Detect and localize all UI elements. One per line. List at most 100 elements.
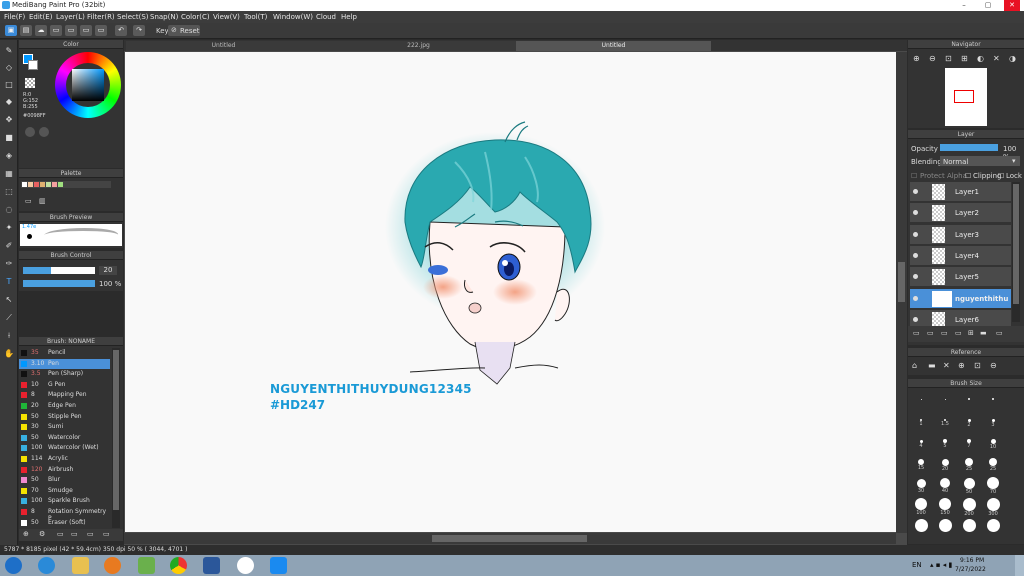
brush-size-option[interactable]: 30 xyxy=(911,476,931,494)
navigator-viewport[interactable] xyxy=(954,90,974,103)
background-swatch[interactable] xyxy=(28,60,38,70)
actual-size-icon[interactable]: ⊞ xyxy=(961,54,968,63)
brush-size-option[interactable]: 3 xyxy=(983,413,1003,428)
move-tool-icon[interactable]: ✥ xyxy=(3,114,15,126)
brush-size-option[interactable] xyxy=(911,518,931,532)
eyedropper-icon[interactable]: ⟊ xyxy=(3,330,15,342)
brush-size-option[interactable] xyxy=(959,518,979,532)
layer-duplicate-icon[interactable]: ▭ xyxy=(996,329,1003,337)
eye-icon[interactable] xyxy=(913,252,918,258)
menu-help[interactable]: Help xyxy=(341,13,357,21)
brush-tool-icon[interactable]: ✎ xyxy=(3,45,15,57)
brush-size-slider[interactable] xyxy=(23,267,95,274)
layer-row[interactable]: Layer3 xyxy=(910,224,1011,245)
cloud-icon[interactable]: ☁ xyxy=(35,25,47,36)
show-desktop-button[interactable] xyxy=(1015,555,1024,576)
layer-row[interactable]: Layer5 xyxy=(910,267,1011,288)
reference-zoom-in-icon[interactable]: ⊕ xyxy=(958,361,965,370)
eye-icon[interactable] xyxy=(913,210,918,216)
tab-untitled-1[interactable]: Untitled xyxy=(126,41,321,51)
brush-copy-icon[interactable]: ▭ xyxy=(71,530,78,538)
brush-size-option[interactable] xyxy=(935,392,955,400)
chrome-icon[interactable] xyxy=(170,557,187,574)
word-icon[interactable] xyxy=(203,557,220,574)
copy-icon[interactable]: ▭ xyxy=(95,25,107,36)
layer-scrollbar[interactable] xyxy=(1012,182,1020,322)
brush-size-value[interactable]: 20 xyxy=(99,266,117,275)
palette-add-icon[interactable]: ▭ xyxy=(25,197,32,205)
color-mode-icon[interactable] xyxy=(25,127,35,137)
zoom-out-icon[interactable]: ⊖ xyxy=(929,54,936,63)
select-eraser-icon[interactable]: ✑ xyxy=(3,258,15,270)
layer-opacity-slider[interactable] xyxy=(940,144,998,151)
clipping-checkbox[interactable]: ☐ xyxy=(965,172,971,180)
reset-button[interactable]: ⊘ Reset xyxy=(168,25,200,36)
zoom-in-icon[interactable]: ⊕ xyxy=(913,54,920,63)
brush-item[interactable]: 114 Acrylic xyxy=(19,454,110,464)
layer-folder-icon[interactable]: ▬ xyxy=(980,329,987,337)
close-icon[interactable]: ✕ xyxy=(1004,0,1020,11)
brush-size-option[interactable]: 200 xyxy=(959,497,979,517)
divide-tool-icon[interactable]: ⟋ xyxy=(3,312,15,324)
brush-item[interactable]: 30 Sumi xyxy=(19,422,110,432)
select-tool-icon[interactable]: ⬚ xyxy=(3,186,15,198)
brush-item[interactable]: 70 Smudge xyxy=(19,486,110,496)
menu-file[interactable]: File(F) xyxy=(4,13,25,21)
color-picker-icon[interactable] xyxy=(39,127,49,137)
brush-size-option[interactable]: 7 xyxy=(959,434,979,449)
share-icon[interactable]: ▭ xyxy=(65,25,77,36)
menu-tool[interactable]: Tool(T) xyxy=(244,13,267,21)
eye-icon[interactable] xyxy=(913,189,918,194)
brush-settings-icon[interactable]: ⚙ xyxy=(39,530,45,538)
brush-item[interactable]: 50 Stipple Pen xyxy=(19,412,110,422)
canvas-horizontal-scrollbar[interactable] xyxy=(124,533,896,544)
tray-icons[interactable]: ▴ ▪ ◂ ▮ xyxy=(930,561,952,569)
brush-item[interactable]: 50 Blur xyxy=(19,475,110,485)
canvas-vertical-scrollbar[interactable] xyxy=(896,52,907,533)
rotate-left-icon[interactable]: ◐ xyxy=(977,54,984,63)
navigator-thumbnail[interactable] xyxy=(945,68,987,126)
brush-item[interactable]: 100 Watercolor (Wet) xyxy=(19,443,110,453)
brush-item[interactable]: 8 Mapping Pen xyxy=(19,390,110,400)
brush-size-option[interactable]: 70 xyxy=(983,476,1003,495)
fit-icon[interactable]: ⊡ xyxy=(945,54,952,63)
brush-size-option[interactable]: 50 xyxy=(959,476,979,495)
hue-wheel[interactable] xyxy=(55,52,121,118)
undo-icon[interactable]: ↶ xyxy=(115,25,127,36)
reference-close-icon[interactable]: ✕ xyxy=(943,361,950,370)
brush-size-option[interactable] xyxy=(959,392,979,400)
lock-checkbox[interactable]: ☐ xyxy=(998,172,1004,180)
brush-size-option[interactable]: 25 xyxy=(983,455,1003,472)
brush-size-option[interactable]: 100 xyxy=(911,497,931,516)
language-indicator[interactable]: EN xyxy=(912,561,922,569)
brush-item[interactable]: 10 G Pen xyxy=(19,380,110,390)
minimize-icon[interactable]: – xyxy=(956,0,972,11)
brush-opacity-slider[interactable] xyxy=(23,280,95,287)
fill-rect-icon[interactable]: ■ xyxy=(3,132,15,144)
menu-select[interactable]: Select(S) xyxy=(117,13,149,21)
brush-add-icon[interactable]: ⊕ xyxy=(23,530,29,538)
brush-size-option[interactable]: 10 xyxy=(983,434,1003,450)
brush-item[interactable]: 3.10 Pen xyxy=(19,358,110,369)
reference-folder-icon[interactable]: ▬ xyxy=(928,361,936,370)
menu-edit[interactable]: Edit(E) xyxy=(29,13,52,21)
brush-size-option[interactable]: 15 xyxy=(911,455,931,471)
layer-add-menu-icon[interactable]: ⊞ xyxy=(968,329,974,337)
brush-size-option[interactable]: 4 xyxy=(911,434,931,449)
brush-size-option[interactable]: 1 xyxy=(911,413,931,427)
ie-icon[interactable] xyxy=(38,557,55,574)
dot-tool-icon[interactable]: ◆ xyxy=(3,96,15,108)
brush-size-option[interactable]: 5 xyxy=(935,434,955,449)
reference-camera-icon[interactable]: ⌂ xyxy=(912,361,917,370)
layer-row[interactable]: nguyenthithu xyxy=(910,288,1011,309)
menu-filter[interactable]: Filter(R) xyxy=(87,13,115,21)
brush-item[interactable]: 35 Pencil xyxy=(19,348,110,358)
brush-delete-icon[interactable]: ▭ xyxy=(103,530,110,538)
layer-new-1bit-icon[interactable]: ▭ xyxy=(941,329,948,337)
brush-item[interactable]: 100 Sparkle Brush xyxy=(19,496,110,506)
brush-size-option[interactable]: 20 xyxy=(935,455,955,472)
brush-size-option[interactable]: 2 xyxy=(959,413,979,428)
media-icon[interactable] xyxy=(104,557,121,574)
brush-folder-icon[interactable]: ▭ xyxy=(87,530,94,538)
brush-list-scrollbar[interactable] xyxy=(112,348,120,528)
